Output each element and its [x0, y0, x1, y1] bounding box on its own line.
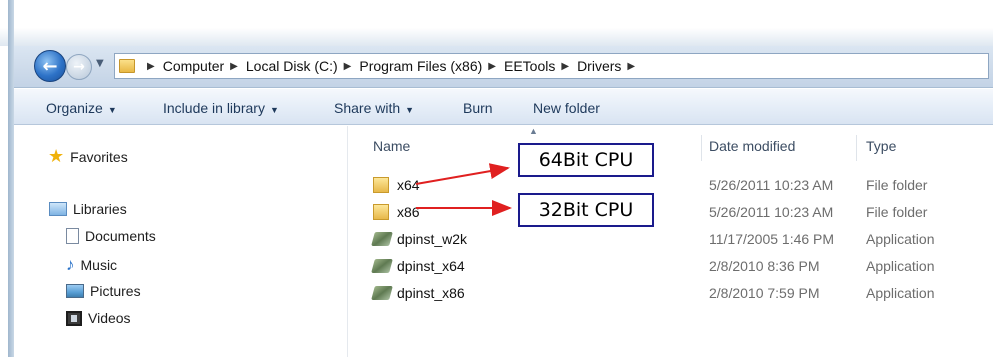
file-date: 2/8/2010 8:36 PM: [709, 258, 820, 274]
chevron-right-icon[interactable]: ▶: [230, 61, 238, 72]
chevron-right-icon[interactable]: ▶: [627, 61, 635, 72]
music-icon: ♪: [66, 255, 75, 274]
file-name: x64: [397, 177, 420, 193]
burn-button[interactable]: Burn: [463, 100, 493, 116]
navigation-pane: ★ Favorites Libraries Documents ♪ Music …: [14, 126, 348, 357]
nav-libraries-label: Libraries: [73, 201, 127, 217]
file-type: File folder: [866, 177, 928, 193]
file-name: dpinst_x86: [397, 285, 465, 301]
file-name-cell: x86: [373, 204, 420, 220]
sort-ascending-icon: ▲: [529, 126, 538, 136]
nav-favorites[interactable]: ★ Favorites: [48, 146, 128, 167]
address-bar[interactable]: ▶ Computer ▶ Local Disk (C:) ▶ Program F…: [114, 53, 989, 79]
window-title-area: [0, 0, 993, 46]
breadcrumb-eetools[interactable]: EETools: [504, 58, 555, 74]
file-type: File folder: [866, 204, 928, 220]
organize-button[interactable]: Organize ▼: [46, 100, 117, 116]
documents-icon: [66, 228, 79, 244]
file-name: x86: [397, 204, 420, 220]
nav-videos-label: Videos: [88, 310, 131, 326]
file-type: Application: [866, 231, 935, 247]
file-type: Application: [866, 285, 935, 301]
nav-libraries[interactable]: Libraries: [49, 201, 127, 217]
file-row[interactable]: x86 5/26/2011 10:23 AM File folder: [349, 199, 993, 225]
new-folder-button[interactable]: New folder: [533, 100, 600, 116]
column-header-name[interactable]: Name: [373, 138, 410, 154]
chevron-down-icon: ▼: [269, 105, 279, 115]
file-row[interactable]: dpinst_w2k 11/17/2005 1:46 PM Applicatio…: [349, 226, 993, 252]
nav-documents[interactable]: Documents: [66, 228, 156, 244]
breadcrumb-program-files[interactable]: Program Files (x86): [359, 58, 482, 74]
application-icon: [371, 259, 393, 273]
file-name: dpinst_w2k: [397, 231, 468, 247]
file-name-cell: dpinst_w2k: [371, 231, 468, 247]
share-with-label: Share with: [334, 100, 401, 116]
new-folder-label: New folder: [533, 100, 600, 116]
file-name-cell: x64: [373, 177, 420, 193]
breadcrumb-local-disk[interactable]: Local Disk (C:): [246, 58, 338, 74]
file-date: 2/8/2010 7:59 PM: [709, 285, 820, 301]
application-icon: [371, 286, 393, 300]
application-icon: [371, 232, 393, 246]
chevron-right-icon[interactable]: ▶: [488, 61, 496, 72]
share-with-button[interactable]: Share with ▼: [334, 100, 414, 116]
videos-icon: [66, 310, 82, 326]
nav-favorites-label: Favorites: [70, 148, 128, 165]
include-in-library-label: Include in library: [163, 100, 265, 116]
chevron-down-icon: ▼: [405, 105, 415, 115]
nav-pictures[interactable]: Pictures: [66, 283, 141, 299]
chevron-right-icon[interactable]: ▶: [344, 61, 352, 72]
column-header-type[interactable]: Type: [866, 138, 896, 154]
file-row[interactable]: dpinst_x64 2/8/2010 8:36 PM Application: [349, 253, 993, 279]
folder-icon: [373, 177, 389, 193]
column-divider[interactable]: [701, 135, 702, 161]
folder-icon: [119, 59, 135, 73]
arrow-right-icon: →: [73, 59, 85, 75]
breadcrumb-drivers[interactable]: Drivers: [577, 58, 621, 74]
nav-music[interactable]: ♪ Music: [66, 255, 117, 275]
file-date: 5/26/2011 10:23 AM: [709, 204, 834, 220]
column-header-date-modified[interactable]: Date modified: [709, 138, 795, 154]
nav-music-label: Music: [80, 257, 118, 273]
annotation-64bit-cpu: 64Bit CPU: [518, 143, 654, 177]
chevron-down-icon: ▼: [107, 105, 117, 115]
burn-label: Burn: [463, 100, 493, 116]
forward-button[interactable]: →: [66, 54, 92, 80]
chevron-right-icon[interactable]: ▶: [561, 61, 569, 72]
column-divider[interactable]: [856, 135, 857, 161]
file-row[interactable]: x64 5/26/2011 10:23 AM File folder: [349, 172, 993, 198]
chevron-down-icon: ▼: [96, 58, 104, 69]
file-list-pane: ▲ Name Date modified Type x64 5/26/2011 …: [349, 126, 993, 357]
nav-documents-label: Documents: [85, 228, 156, 244]
command-bar: Organize ▼ Include in library ▼ Share with…: [14, 89, 993, 125]
file-name-cell: dpinst_x86: [371, 285, 465, 301]
folder-icon: [373, 204, 389, 220]
chevron-right-icon[interactable]: ▶: [147, 61, 155, 72]
file-row[interactable]: dpinst_x86 2/8/2010 7:59 PM Application: [349, 280, 993, 306]
address-bar-row: ← → ▼ ▶ Computer ▶ Local Disk (C:) ▶ Pro…: [14, 46, 993, 88]
file-type: Application: [866, 258, 935, 274]
include-in-library-button[interactable]: Include in library ▼: [163, 100, 279, 116]
breadcrumb-computer[interactable]: Computer: [163, 58, 224, 74]
libraries-icon: [49, 202, 67, 216]
file-name-cell: dpinst_x64: [371, 258, 465, 274]
pictures-icon: [66, 284, 84, 298]
organize-label: Organize: [46, 100, 103, 116]
annotation-32bit-cpu: 32Bit CPU: [518, 193, 654, 227]
star-icon: ★: [48, 146, 65, 166]
file-name: dpinst_x64: [397, 258, 465, 274]
nav-pictures-label: Pictures: [90, 283, 141, 299]
file-date: 5/26/2011 10:23 AM: [709, 177, 834, 193]
file-date: 11/17/2005 1:46 PM: [709, 231, 835, 247]
arrow-left-icon: ←: [42, 55, 58, 77]
back-button[interactable]: ←: [34, 50, 66, 82]
nav-videos[interactable]: Videos: [66, 310, 131, 326]
recent-pages-dropdown[interactable]: ▼: [96, 58, 104, 69]
